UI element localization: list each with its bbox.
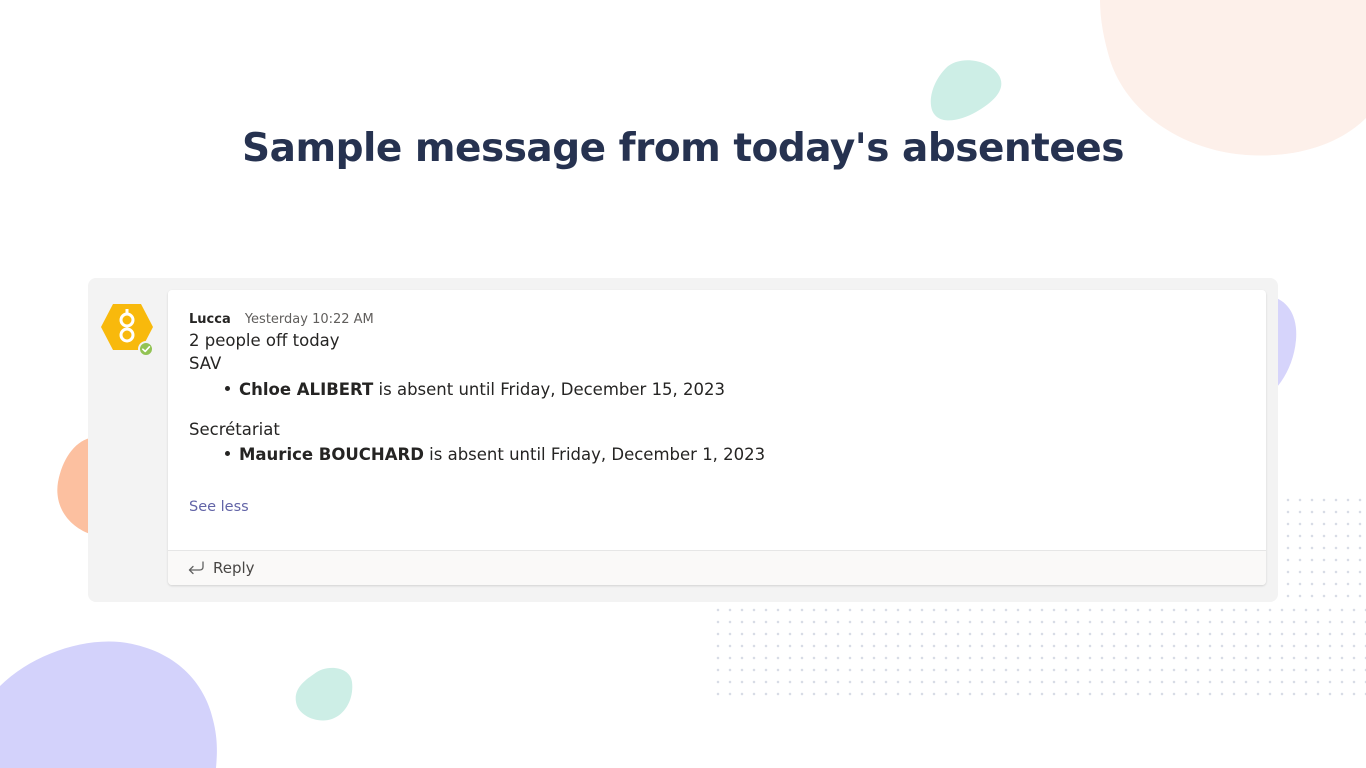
absence-status: is absent until Friday, December 1, 2023 (429, 445, 766, 464)
lavender-blob-bottom-left (0, 641, 217, 768)
bullet-icon (225, 451, 230, 456)
message-timestamp: Yesterday 10:22 AM (244, 312, 374, 327)
group-name: Secrétariat (189, 420, 280, 439)
page-title: Sample message from today's absentees (242, 126, 1124, 171)
available-check-icon (138, 341, 154, 357)
message-card: Lucca Yesterday 10:22 AM 2 people off to… (168, 290, 1266, 585)
reply-label: Reply (213, 559, 255, 577)
reply-bar: Reply (168, 550, 1266, 585)
absence-status: is absent until Friday, December 15, 202… (378, 380, 726, 399)
orange-blob-left (57, 438, 90, 534)
sender-name[interactable]: Lucca (189, 312, 231, 327)
group-name: SAV (189, 354, 222, 373)
mint-blob-bottom (295, 667, 353, 721)
lucca-bot-avatar-icon[interactable] (100, 303, 154, 357)
dot-grid-right (1282, 494, 1366, 604)
person-name: Maurice BOUCHARD (239, 445, 424, 464)
slide-canvas: Sample message from today's absentees Lu… (0, 0, 1366, 768)
message-header: Lucca Yesterday 10:22 AM (189, 308, 374, 327)
mint-blob-top (930, 60, 1002, 121)
person-name: Chloe ALIBERT (239, 380, 374, 399)
absence-list-item: Chloe ALIBERT is absent until Friday, De… (225, 380, 725, 399)
absence-list-item: Maurice BOUCHARD is absent until Friday,… (225, 445, 765, 464)
absence-summary: 2 people off today (189, 331, 340, 350)
bullet-icon (225, 386, 230, 391)
see-less-link[interactable]: See less (189, 499, 249, 515)
reply-button[interactable]: Reply (187, 559, 255, 577)
reply-arrow-icon (188, 561, 204, 575)
dot-grid-bottom (712, 604, 1366, 702)
